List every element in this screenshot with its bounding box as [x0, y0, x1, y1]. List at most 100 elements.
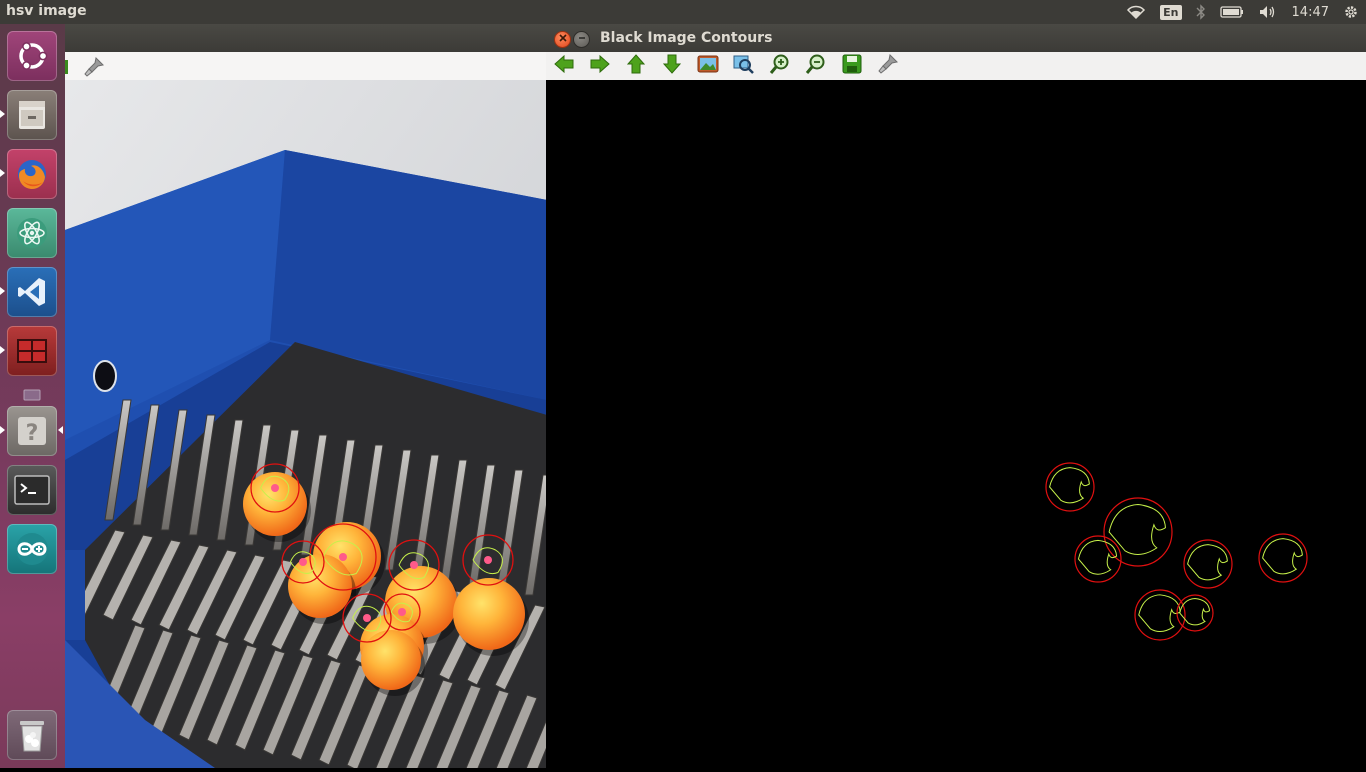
pan-up-button[interactable] — [618, 52, 654, 80]
ping-pong-ball — [453, 578, 525, 650]
hsv-image-canvas[interactable] — [65, 80, 547, 768]
launcher-item-trash[interactable] — [7, 710, 57, 760]
launcher-item-ubuntu-dash[interactable] — [7, 31, 57, 81]
brush-icon[interactable] — [83, 56, 105, 82]
running-indicator — [0, 287, 5, 295]
centroid-dot — [271, 484, 279, 492]
firefox-icon — [13, 155, 51, 193]
arduino-icon — [13, 530, 51, 568]
running-indicator — [0, 426, 5, 434]
svg-text:?: ? — [26, 421, 39, 446]
launcher-item-workspace-switcher[interactable] — [7, 326, 57, 376]
arrow-right-icon — [589, 54, 611, 78]
terminal-icon — [13, 473, 51, 507]
battery-icon[interactable] — [1213, 0, 1251, 24]
running-indicator — [0, 169, 5, 177]
window-title: Black Image Contours — [600, 30, 773, 46]
atom-icon — [13, 214, 51, 252]
save-icon — [842, 54, 862, 78]
zoom-fit-button[interactable] — [726, 52, 762, 80]
pan-right-button[interactable] — [582, 52, 618, 80]
centroid-dot — [410, 561, 418, 569]
contours-window-titlebar[interactable]: Black Image Contours — [546, 24, 1366, 52]
properties-button[interactable] — [870, 52, 906, 80]
detected-contours — [1045, 462, 1308, 641]
centroid-dot — [484, 556, 492, 564]
focused-indicator — [58, 426, 63, 434]
contour-outline — [1262, 538, 1303, 575]
zoom-fit-icon — [733, 54, 755, 78]
file-cabinet-icon — [14, 97, 50, 133]
enclosing-circle — [1074, 535, 1122, 583]
bluetooth-icon[interactable] — [1189, 0, 1213, 24]
keyboard-layout-indicator[interactable]: En — [1153, 0, 1188, 24]
zoom-out-button[interactable] — [798, 52, 834, 80]
centroid-dot — [299, 558, 307, 566]
trash-icon — [14, 715, 50, 755]
ping-pong-ball — [288, 554, 352, 618]
pan-left-button[interactable] — [546, 52, 582, 80]
keyboard-layout-label: En — [1160, 4, 1182, 20]
clock[interactable]: 14:47 — [1285, 0, 1336, 24]
contour-outline — [1077, 539, 1118, 575]
launcher-item-terminal[interactable] — [7, 465, 57, 515]
launcher-item-atom[interactable] — [7, 208, 57, 258]
centroid-dot — [339, 553, 347, 561]
gear-icon[interactable] — [1336, 0, 1366, 24]
shredder-photo — [65, 80, 547, 768]
launcher-item-unknown-app[interactable]: ? — [7, 406, 57, 456]
small-window-icon[interactable] — [23, 386, 41, 401]
enclosing-circle — [1045, 462, 1095, 512]
brush-icon — [877, 53, 899, 79]
zoom-in-icon — [769, 53, 791, 79]
launcher-item-files[interactable] — [7, 90, 57, 140]
vscode-icon — [14, 274, 50, 310]
hsv-window-titlebar[interactable] — [65, 24, 547, 52]
wifi-icon[interactable] — [1119, 0, 1153, 24]
hsv-toolbar — [65, 52, 547, 80]
minimize-button[interactable] — [573, 31, 590, 48]
arrow-up-icon — [626, 53, 646, 79]
indicator-area: En 14:47 — [1119, 0, 1366, 24]
contour-outline — [1187, 544, 1228, 581]
save-button[interactable] — [834, 52, 870, 80]
minimize-icon — [578, 34, 586, 45]
centroid-dot — [398, 608, 406, 616]
enclosing-circle — [1258, 533, 1308, 583]
zoom-original-button[interactable] — [690, 52, 726, 80]
launcher-item-firefox[interactable] — [7, 149, 57, 199]
contour-outline — [1049, 467, 1090, 504]
close-button[interactable] — [554, 31, 571, 48]
workspaces-icon — [14, 333, 50, 369]
enclosing-circle — [1176, 594, 1214, 632]
enclosing-circle — [1103, 497, 1173, 567]
launcher: ? — [0, 24, 65, 768]
launcher-item-vscode[interactable] — [7, 267, 57, 317]
running-indicator — [0, 346, 5, 354]
contour-outline — [1138, 594, 1181, 633]
enclosing-circle — [1183, 539, 1233, 589]
ping-pong-ball — [361, 630, 421, 690]
contours-canvas[interactable] — [546, 80, 1366, 768]
centroid-dot — [363, 614, 371, 622]
black-image-contours-window: Black Image Contours — [546, 24, 1366, 768]
contours-image — [1045, 462, 1308, 641]
close-icon — [558, 34, 567, 45]
zoom-in-button[interactable] — [762, 52, 798, 80]
contours-toolbar — [546, 52, 1366, 81]
image-icon — [697, 55, 719, 77]
pan-down-button[interactable] — [654, 52, 690, 80]
zoom-out-icon — [805, 53, 827, 79]
running-indicator — [0, 110, 5, 118]
arrow-left-icon — [553, 54, 575, 78]
question-mark-icon: ? — [14, 413, 50, 449]
save-icon[interactable] — [65, 59, 69, 79]
hsv-image-window — [65, 24, 547, 768]
top-panel: hsv image En 14:47 — [0, 0, 1366, 24]
ping-pong-ball — [243, 472, 307, 536]
launcher-item-arduino[interactable] — [7, 524, 57, 574]
active-window-title: hsv image — [6, 3, 87, 19]
ubuntu-logo-icon — [15, 39, 49, 73]
arrow-down-icon — [662, 53, 682, 79]
volume-icon[interactable] — [1251, 0, 1285, 24]
